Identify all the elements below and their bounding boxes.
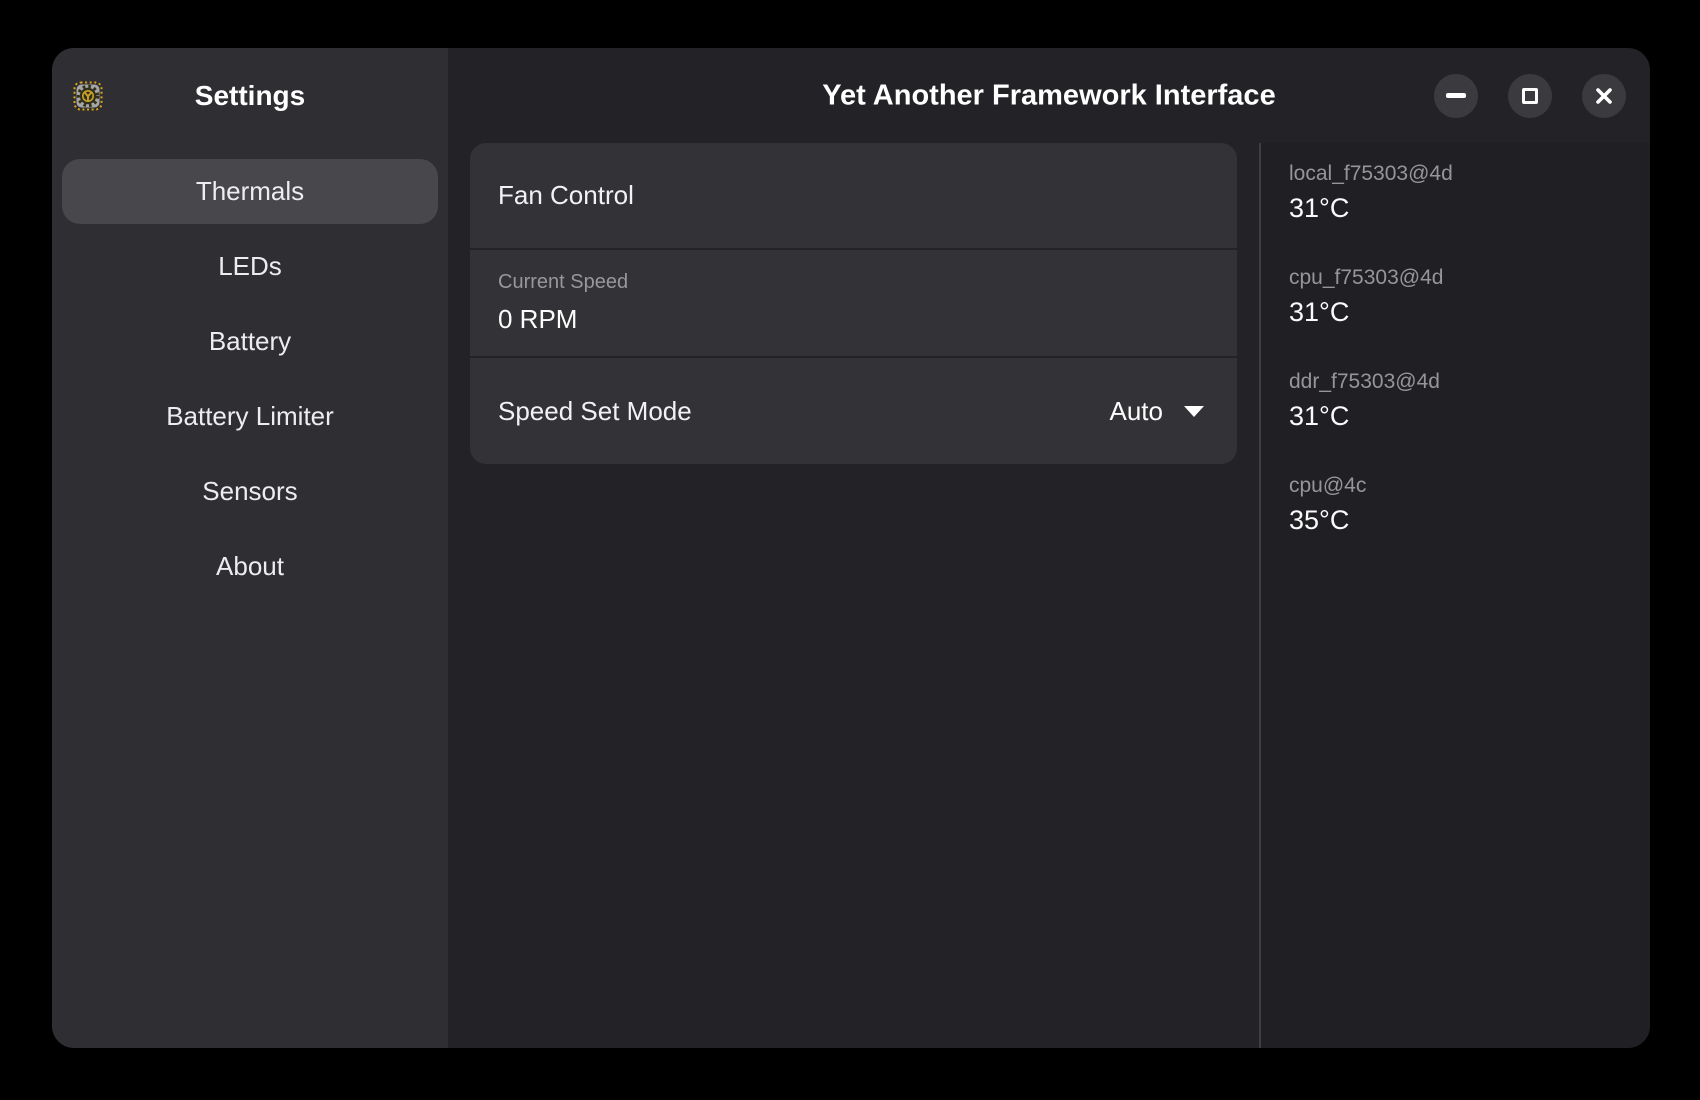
app-window: Settings Thermals LEDs Battery Battery L… <box>52 48 1650 1048</box>
close-icon <box>1595 87 1613 105</box>
sensor-value: 31°C <box>1289 193 1640 224</box>
sidebar-item-battery-limiter[interactable]: Battery Limiter <box>62 384 438 449</box>
sensor-label: cpu@4c <box>1289 474 1640 498</box>
sensor-item-cpu: cpu@4c 35°C <box>1289 474 1640 536</box>
window-controls <box>1434 74 1626 118</box>
app-chip-gear-icon <box>73 81 103 111</box>
sidebar-item-sensors[interactable]: Sensors <box>62 459 438 524</box>
sidebar-item-thermals[interactable]: Thermals <box>62 159 438 224</box>
sensor-label: local_f75303@4d <box>1289 162 1640 186</box>
sidebar-title: Settings <box>195 80 305 112</box>
sidebar-header: Settings <box>52 48 448 143</box>
minimize-button[interactable] <box>1434 74 1478 118</box>
current-speed-value: 0 RPM <box>498 304 1209 335</box>
close-button[interactable] <box>1582 74 1626 118</box>
desktop-background: Settings Thermals LEDs Battery Battery L… <box>0 0 1700 1100</box>
main-area: Fan Control Current Speed 0 RPM Speed Se… <box>448 143 1259 1048</box>
sidebar-item-battery[interactable]: Battery <box>62 309 438 374</box>
sensor-item-cpu-f75303: cpu_f75303@4d 31°C <box>1289 266 1640 328</box>
content-area: Fan Control Current Speed 0 RPM Speed Se… <box>448 143 1650 1048</box>
sensor-item-ddr: ddr_f75303@4d 31°C <box>1289 370 1640 432</box>
chevron-down-icon <box>1183 405 1205 418</box>
maximize-button[interactable] <box>1508 74 1552 118</box>
sidebar-nav: Thermals LEDs Battery Battery Limiter Se… <box>52 143 448 615</box>
sensor-value: 35°C <box>1289 505 1640 536</box>
fan-control-card: Fan Control Current Speed 0 RPM Speed Se… <box>470 143 1237 464</box>
sensor-value: 31°C <box>1289 401 1640 432</box>
current-speed-row: Current Speed 0 RPM <box>470 248 1237 356</box>
current-speed-label: Current Speed <box>498 271 1209 294</box>
fan-control-header-row: Fan Control <box>470 143 1237 248</box>
sidebar-item-about[interactable]: About <box>62 534 438 599</box>
speed-set-mode-value: Auto <box>1110 396 1164 427</box>
speed-set-mode-dropdown[interactable]: Auto <box>1110 396 1206 427</box>
minimize-icon <box>1446 93 1466 98</box>
sensor-label: ddr_f75303@4d <box>1289 370 1640 394</box>
sensor-item-local: local_f75303@4d 31°C <box>1289 162 1640 224</box>
sidebar-item-leds[interactable]: LEDs <box>62 234 438 299</box>
titlebar[interactable]: Yet Another Framework Interface <box>448 48 1650 143</box>
sensor-value: 31°C <box>1289 297 1640 328</box>
window-title: Yet Another Framework Interface <box>822 79 1275 112</box>
sensor-label: cpu_f75303@4d <box>1289 266 1640 290</box>
sidebar: Settings Thermals LEDs Battery Battery L… <box>52 48 448 1048</box>
fan-control-title: Fan Control <box>498 180 1209 211</box>
maximize-icon <box>1522 88 1538 104</box>
speed-set-mode-row: Speed Set Mode Auto <box>470 356 1237 464</box>
speed-set-mode-label: Speed Set Mode <box>498 396 692 427</box>
right-pane: Yet Another Framework Interface <box>448 48 1650 1048</box>
sensor-readings-panel: local_f75303@4d 31°C cpu_f75303@4d 31°C … <box>1259 143 1650 1048</box>
